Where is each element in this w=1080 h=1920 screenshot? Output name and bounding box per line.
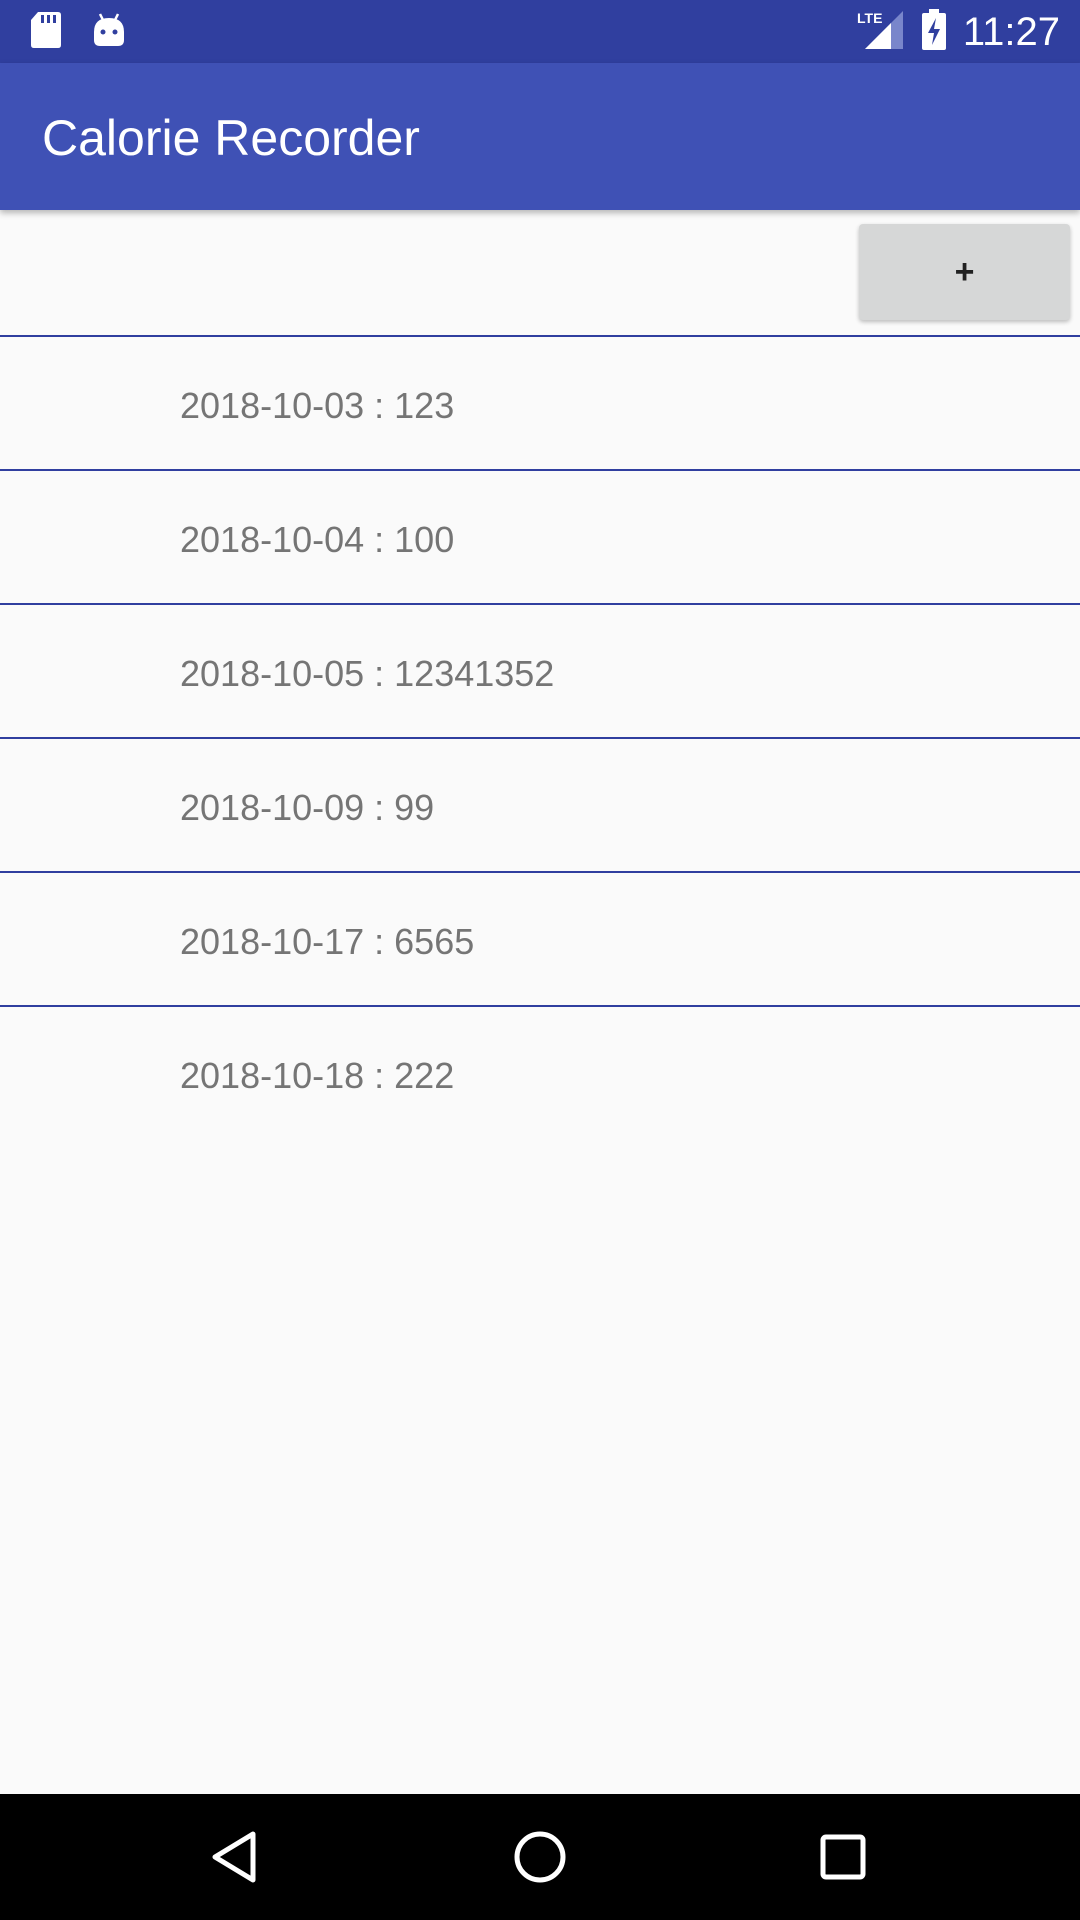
app-title: Calorie Recorder [42,110,420,166]
add-record-button[interactable]: + [859,224,1070,320]
record-text: 2018-10-17 : 6565 [180,921,475,962]
status-left-icons [30,10,126,55]
record-text: 2018-10-05 : 12341352 [180,653,555,694]
record-text: 2018-10-09 : 99 [180,787,435,828]
status-bar: LTE 11:27 [0,0,1080,63]
app-bar: Calorie Recorder [0,63,1080,210]
recents-icon[interactable] [808,1822,878,1892]
list-item[interactable]: 2018-10-05 : 12341352 [0,603,1080,737]
list-item[interactable]: 2018-10-09 : 99 [0,737,1080,871]
android-icon [92,12,126,53]
list-item[interactable]: 2018-10-18 : 222 [0,1005,1080,1139]
record-text: 2018-10-18 : 222 [180,1055,455,1096]
status-right-icons: LTE 11:27 [857,8,1060,56]
records-list: 2018-10-03 : 123 2018-10-04 : 100 2018-1… [0,335,1080,1139]
sd-card-icon [30,10,62,55]
list-item[interactable]: 2018-10-17 : 6565 [0,871,1080,1005]
list-item[interactable]: 2018-10-04 : 100 [0,469,1080,603]
lte-signal-icon: LTE [857,9,905,56]
status-time: 11:27 [962,10,1060,54]
navigation-bar [0,1794,1080,1920]
svg-text:LTE: LTE [857,10,882,26]
screen: LTE 11:27 Calorie Recorder + 2018-10-03 … [0,0,1080,1920]
battery-charging-icon [921,8,947,56]
list-item[interactable]: 2018-10-03 : 123 [0,335,1080,469]
home-icon[interactable] [505,1822,575,1892]
back-icon[interactable] [201,1822,271,1892]
record-text: 2018-10-04 : 100 [180,519,455,560]
record-text: 2018-10-03 : 123 [180,385,455,426]
